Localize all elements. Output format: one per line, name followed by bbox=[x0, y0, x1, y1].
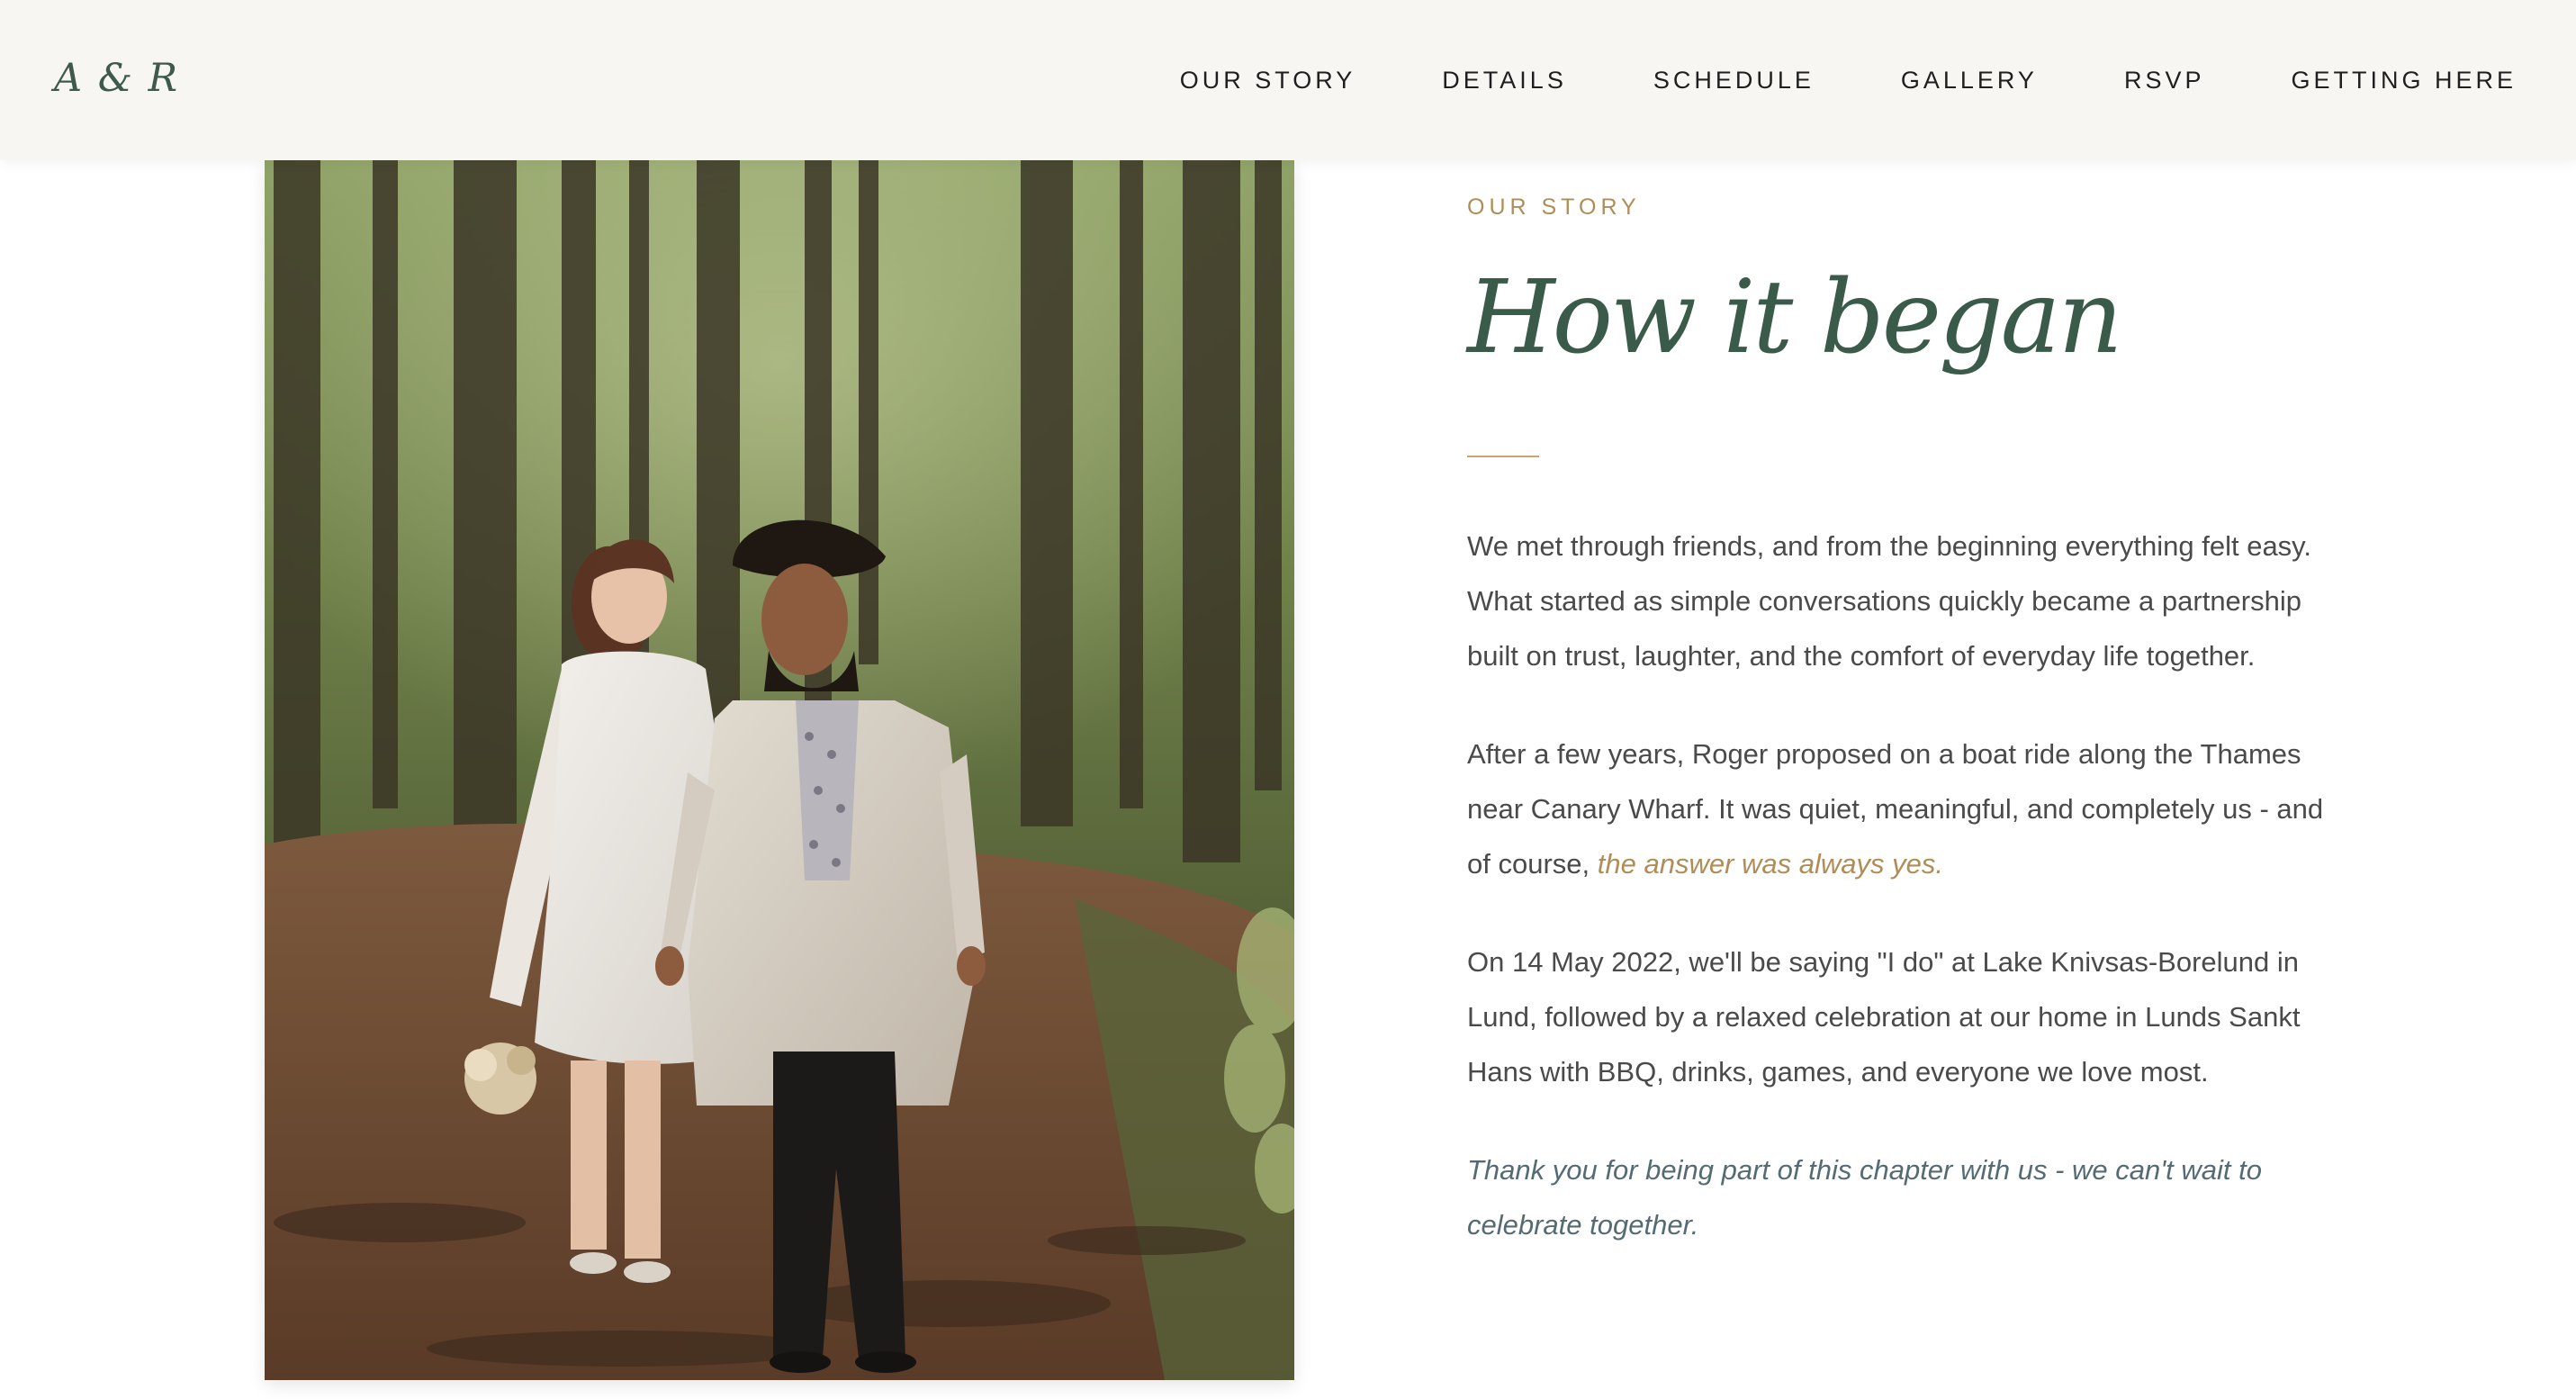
closing-note: Thank you for being part of this chapter… bbox=[1467, 1154, 2262, 1241]
site-header: A & R OUR STORY DETAILS SCHEDULE GALLERY… bbox=[0, 0, 2576, 160]
section-heading: How it began bbox=[1467, 259, 2123, 376]
story-paragraph-1: We met through friends, and from the beg… bbox=[1467, 530, 2311, 672]
story-paragraph-3: On 14 May 2022, we'll be saying "I do" a… bbox=[1467, 946, 2301, 1088]
nav-gallery[interactable]: GALLERY bbox=[1901, 67, 2038, 95]
nav-getting-here[interactable]: GETTING HERE bbox=[2291, 67, 2517, 95]
story-paragraphs: We met through friends, and from the beg… bbox=[1467, 519, 2331, 1295]
heading-divider bbox=[1467, 456, 1539, 457]
nav-details[interactable]: DETAILS bbox=[1442, 67, 1567, 95]
main-nav: OUR STORY DETAILS SCHEDULE GALLERY RSVP … bbox=[1180, 0, 2517, 160]
couple-photo bbox=[265, 160, 1294, 1380]
section-eyebrow: OUR STORY bbox=[1467, 194, 1641, 220]
nav-schedule[interactable]: SCHEDULE bbox=[1653, 67, 1815, 95]
logo[interactable]: A & R bbox=[54, 47, 179, 110]
highlight-text: the answer was always yes. bbox=[1597, 848, 1943, 880]
nav-our-story[interactable]: OUR STORY bbox=[1180, 67, 1356, 95]
story-paragraph-2: After a few years, Roger proposed on a b… bbox=[1467, 727, 2331, 891]
nav-rsvp[interactable]: RSVP bbox=[2124, 67, 2205, 95]
